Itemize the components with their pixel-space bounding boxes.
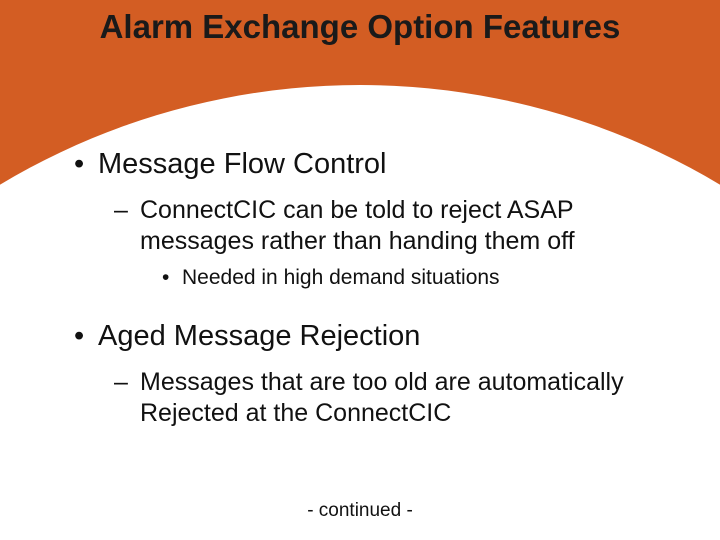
bullet-level3: Needed in high demand situations: [70, 266, 670, 290]
bullet-level2: ConnectCIC can be told to reject ASAP me…: [70, 195, 670, 256]
bullet-level1: Aged Message Rejection: [70, 320, 670, 353]
slide-title: Alarm Exchange Option Features: [0, 8, 720, 46]
bullet-level2: Messages that are too old are automatica…: [70, 367, 670, 428]
continued-footer: - continued -: [0, 500, 720, 522]
bullet-level1: Message Flow Control: [70, 148, 670, 181]
slide-content: Message Flow Control ConnectCIC can be t…: [70, 148, 670, 438]
